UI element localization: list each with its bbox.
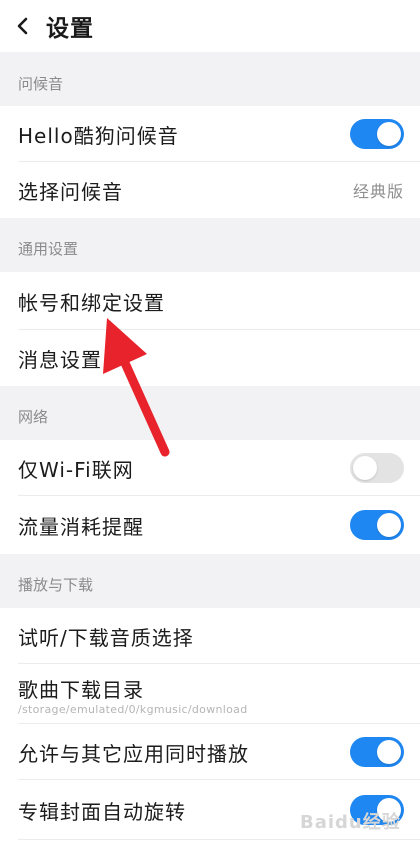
row-value: 经典版 bbox=[352, 182, 404, 201]
settings-row-account-binding[interactable]: 帐号和绑定设置 bbox=[0, 272, 420, 330]
row-label: 专辑封面自动旋转 bbox=[18, 799, 186, 824]
settings-row-audio-quality[interactable]: 试听/下载音质选择 bbox=[0, 608, 420, 664]
mix-playback-toggle[interactable] bbox=[350, 737, 404, 767]
row-label: Hello酷狗问候音 bbox=[18, 123, 179, 148]
page-title: 设置 bbox=[46, 16, 94, 42]
top-bar: 设置 bbox=[0, 0, 420, 52]
toggle-knob bbox=[377, 740, 401, 764]
row-label: 允许与其它应用同时播放 bbox=[18, 741, 249, 766]
row-label: 仅Wi-Fi联网 bbox=[18, 457, 134, 482]
settings-row-data-usage-alert[interactable]: 流量消耗提醒 bbox=[0, 496, 420, 554]
row-label: 试听/下载音质选择 bbox=[18, 625, 194, 650]
toggle-knob bbox=[377, 122, 401, 146]
watermark-logo: Baidu经验 bbox=[300, 812, 401, 833]
settings-row-download-directory[interactable]: 歌曲下载目录 /storage/emulated/0/kgmusic/downl… bbox=[0, 664, 420, 724]
chevron-left-icon bbox=[17, 17, 28, 35]
toggle-knob bbox=[353, 456, 377, 480]
settings-row-message-settings[interactable]: 消息设置 bbox=[0, 330, 420, 386]
section-header-greeting: 问候音 bbox=[0, 62, 420, 106]
row-label: 选择问候音 bbox=[18, 179, 123, 204]
hello-greeting-toggle[interactable] bbox=[350, 119, 404, 149]
settings-row-wifi-only[interactable]: 仅Wi-Fi联网 bbox=[0, 440, 420, 496]
section-header-general: 通用设置 bbox=[0, 218, 420, 266]
settings-row-hello-greeting[interactable]: Hello酷狗问候音 bbox=[0, 106, 420, 162]
wifi-only-toggle[interactable] bbox=[350, 453, 404, 483]
row-label: 帐号和绑定设置 bbox=[18, 290, 165, 315]
row-label: 歌曲下载目录 bbox=[18, 678, 144, 702]
data-usage-alert-toggle[interactable] bbox=[350, 510, 404, 540]
section-header-playback: 播放与下载 bbox=[0, 554, 420, 602]
settings-row-choose-greeting[interactable]: 选择问候音 经典版 bbox=[0, 162, 420, 218]
row-label: 流量消耗提醒 bbox=[18, 514, 144, 539]
row-label: 消息设置 bbox=[18, 347, 102, 372]
section-header-network: 网络 bbox=[0, 386, 420, 434]
back-button[interactable] bbox=[0, 0, 46, 52]
toggle-knob bbox=[377, 513, 401, 537]
settings-row-mix-playback[interactable]: 允许与其它应用同时播放 bbox=[0, 724, 420, 780]
download-path: /storage/emulated/0/kgmusic/download bbox=[18, 703, 248, 716]
settings-row-partial bbox=[0, 840, 420, 860]
